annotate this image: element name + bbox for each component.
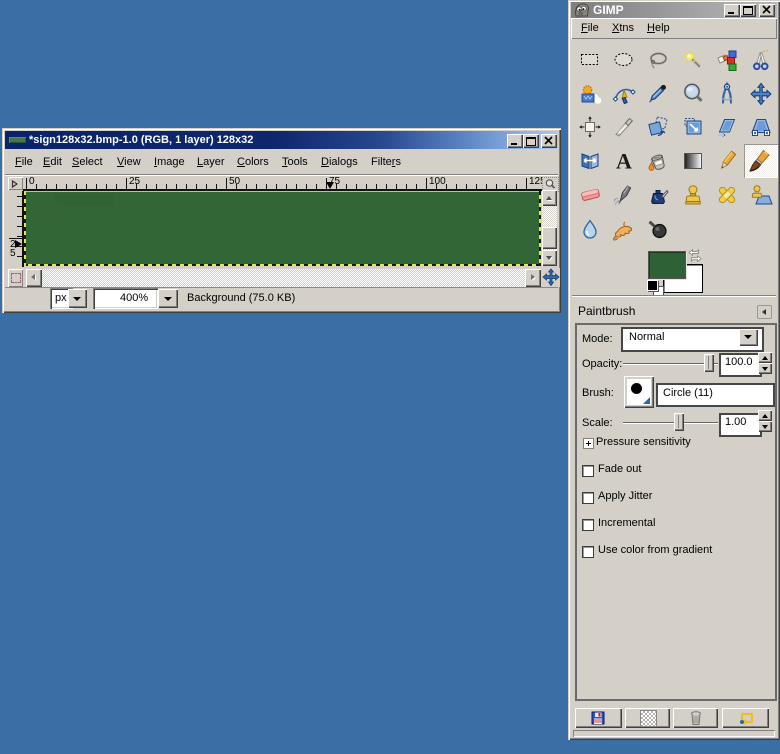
svg-text:A: A	[616, 149, 632, 173]
